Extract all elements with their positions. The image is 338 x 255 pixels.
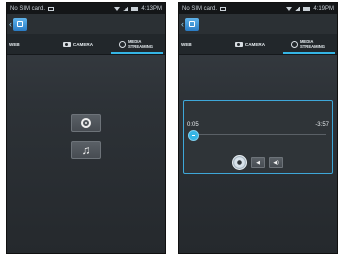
tab-media-label-2: STREAMING [299, 44, 326, 49]
camera-icon [234, 41, 243, 47]
app-logo-icon[interactable] [185, 17, 199, 31]
camera-icon [62, 41, 71, 47]
status-bar: No SIM card. 4:13PM [7, 3, 165, 14]
battery-icon [303, 6, 311, 11]
film-reel-icon [290, 40, 298, 48]
app-logo-icon[interactable] [13, 17, 27, 31]
tab-camera-label: CAMERA [72, 41, 94, 47]
clock-text: 4:13PM [141, 5, 162, 12]
film-reel-icon [118, 40, 126, 48]
battery-icon [131, 6, 139, 11]
back-chevron-icon[interactable]: ‹ [181, 19, 184, 29]
sd-card-icon [220, 6, 227, 11]
elapsed-time: 0:05 [187, 122, 199, 128]
clock-text: 4:19PM [313, 5, 334, 12]
tab-camera-label: CAMERA [244, 41, 266, 47]
action-bar: ‹ [7, 14, 165, 34]
tab-camera[interactable]: CAMERA [49, 34, 107, 54]
phone-screen-menu: No SIM card. 4:13PM ‹ WEB CAMERA MEDIA S… [6, 2, 166, 254]
carrier-text: No SIM card. [10, 5, 46, 12]
remaining-time: -3:57 [315, 122, 329, 128]
disc-icon[interactable] [232, 155, 247, 170]
tab-web-label: WEB [181, 41, 192, 47]
video-stream-button[interactable] [71, 114, 101, 132]
music-stream-button[interactable]: ♫ [71, 141, 101, 159]
wifi-icon [286, 6, 293, 11]
volume-up-button[interactable]: ◀) [269, 157, 283, 168]
action-bar: ‹ [179, 14, 337, 34]
wifi-icon [114, 6, 121, 11]
tab-camera[interactable]: CAMERA [221, 34, 279, 54]
seek-thumb[interactable] [188, 130, 199, 141]
sd-card-icon [48, 6, 55, 11]
volume-down-button[interactable]: ◀ [251, 157, 265, 168]
status-bar: No SIM card. 4:19PM [179, 3, 337, 14]
tab-media-streaming[interactable]: MEDIA STREAMING [279, 34, 337, 54]
phone-screen-player: No SIM card. 4:19PM ‹ WEB CAMERA MEDIA S… [178, 2, 338, 254]
tab-bar: WEB CAMERA MEDIA STREAMING [7, 34, 165, 55]
signal-icon [295, 6, 301, 11]
tab-web[interactable]: WEB [7, 34, 49, 54]
tab-media-streaming[interactable]: MEDIA STREAMING [107, 34, 165, 54]
tab-web-label: WEB [9, 41, 20, 47]
carrier-text: No SIM card. [182, 5, 218, 12]
signal-icon [123, 6, 129, 11]
tab-media-label-2: STREAMING [127, 44, 154, 49]
video-reel-icon [81, 118, 91, 128]
music-note-icon: ♫ [81, 143, 91, 157]
tab-web[interactable]: WEB [179, 34, 221, 54]
audio-player-panel: 0:05 -3:57 ◀ ◀) [183, 100, 333, 174]
tab-bar: WEB CAMERA MEDIA STREAMING [179, 34, 337, 55]
seek-bar[interactable] [190, 134, 326, 135]
back-chevron-icon[interactable]: ‹ [9, 19, 12, 29]
